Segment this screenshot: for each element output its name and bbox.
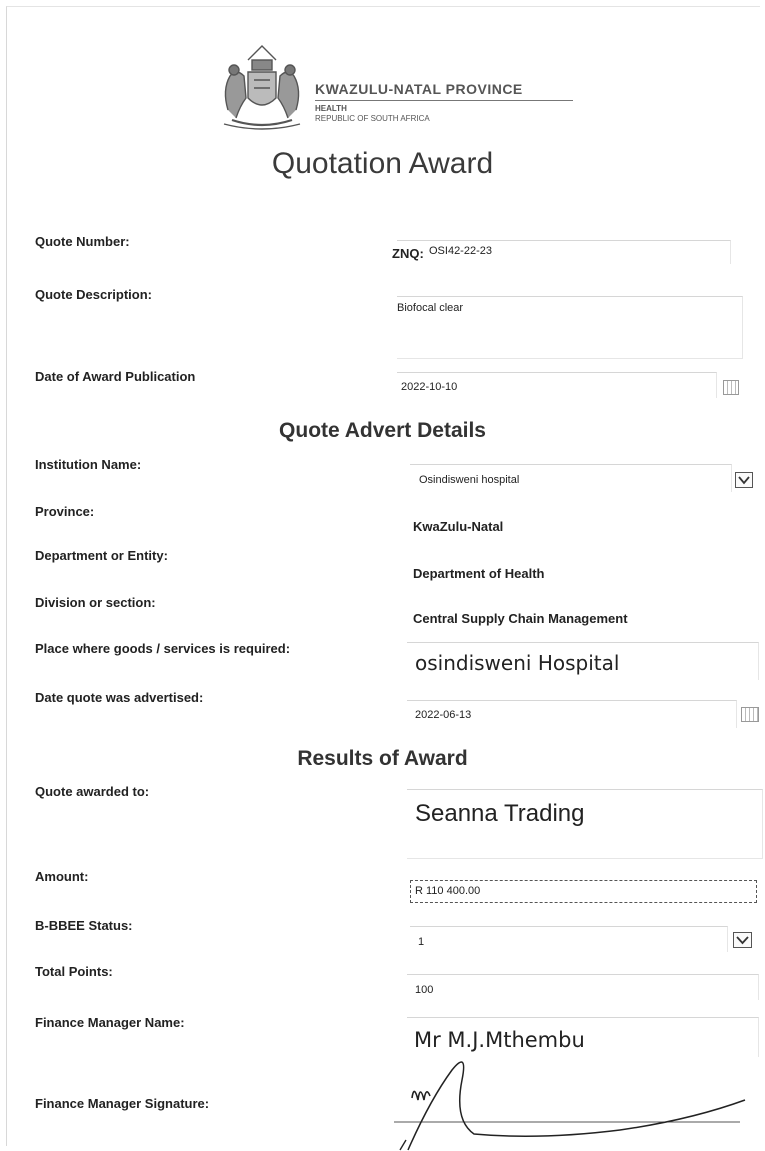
institution-name-value: Osindisweni hospital [419, 474, 520, 486]
institution-name-label: Institution Name: [35, 457, 142, 472]
quote-number-prefix: ZNQ: [392, 246, 424, 261]
award-publication-date-value: 2022-10-10 [401, 381, 458, 393]
place-required-value: osindisweni Hospital [415, 651, 620, 675]
bbbee-status-select[interactable]: 1 [410, 926, 728, 952]
quote-description-value: Biofocal clear [397, 302, 464, 314]
date-advertised-label: Date quote was advertised: [35, 690, 204, 705]
chevron-down-icon [736, 936, 749, 945]
quote-number-label: Quote Number: [35, 234, 130, 249]
province-label: Province: [35, 504, 95, 519]
finance-manager-signature-label: Finance Manager Signature: [35, 1096, 210, 1111]
finance-manager-name-label: Finance Manager Name: [35, 1015, 185, 1030]
calendar-icon[interactable] [741, 707, 759, 722]
handwritten-signature [394, 1061, 746, 1151]
page-title: Quotation Award [271, 147, 494, 180]
chevron-down-icon [738, 476, 750, 485]
date-advertised-value: 2022-06-13 [415, 709, 472, 721]
institution-dropdown-button[interactable] [735, 472, 753, 488]
amount-field[interactable]: R 110 400.00 [410, 880, 757, 903]
amount-value: R 110 400.00 [415, 885, 481, 897]
bbbee-dropdown-button[interactable] [733, 932, 752, 948]
org-name: KWAZULU-NATAL PROVINCE [315, 81, 523, 97]
institution-name-select[interactable]: Osindisweni hospital [410, 464, 732, 492]
amount-label: Amount: [35, 869, 89, 884]
award-publication-date-field[interactable]: 2022-10-10 [397, 372, 717, 398]
division-label: Division or section: [35, 595, 156, 610]
calendar-icon[interactable] [723, 380, 739, 395]
awarded-to-field[interactable]: Seanna Trading [407, 789, 763, 859]
department-value: Department of Health [413, 566, 545, 581]
results-heading: Results of Award [297, 747, 468, 770]
date-advertised-field[interactable]: 2022-06-13 [407, 700, 737, 728]
award-publication-date-label: Date of Award Publication [35, 369, 196, 384]
bbbee-status-label: B-BBEE Status: [35, 918, 133, 933]
total-points-label: Total Points: [35, 964, 113, 979]
department-label: Department or Entity: [35, 548, 168, 563]
quote-description-field[interactable]: Biofocal clear [397, 296, 743, 359]
division-value: Central Supply Chain Management [413, 611, 628, 626]
total-points-field[interactable]: 100 [407, 974, 759, 1000]
advert-details-heading: Quote Advert Details [279, 419, 486, 442]
provincial-crest-icon [223, 45, 301, 130]
org-country: REPUBLIC OF SOUTH AFRICA [315, 114, 430, 123]
quote-number-value: OSI42-22-23 [429, 245, 492, 257]
bbbee-status-value: 1 [418, 936, 425, 948]
total-points-value: 100 [415, 984, 434, 996]
letterhead: KWAZULU-NATAL PROVINCE HEALTH REPUBLIC O… [214, 40, 594, 140]
awarded-to-label: Quote awarded to: [35, 784, 150, 799]
province-value: KwaZulu-Natal [413, 519, 504, 534]
place-required-field[interactable]: osindisweni Hospital [407, 642, 759, 680]
org-rule [315, 100, 573, 101]
quote-number-field[interactable]: ZNQ: OSI42-22-23 [392, 240, 731, 264]
awarded-to-value: Seanna Trading [415, 800, 585, 827]
quote-description-label: Quote Description: [35, 287, 153, 302]
place-required-label: Place where goods / services is required… [35, 641, 291, 656]
org-department: HEALTH [315, 104, 347, 113]
